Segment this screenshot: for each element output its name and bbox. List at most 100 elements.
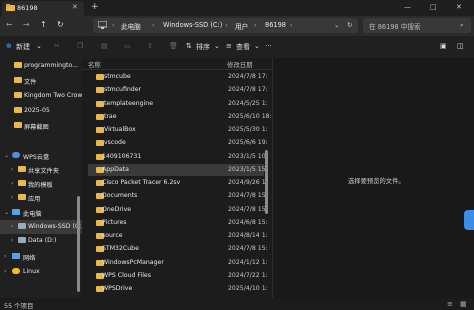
file-row[interactable]: OneDrive 2024/7/8 15: — [88, 204, 268, 216]
file-row[interactable]: WPSDrive 2025/4/10 1: — [88, 283, 268, 295]
back-icon[interactable]: ← — [6, 20, 13, 29]
column-date[interactable]: 修改日期 — [227, 60, 253, 69]
file-date: 2023/1/5 15: — [228, 165, 268, 173]
file-name: AppData — [102, 165, 129, 173]
file-name: STM32Cube — [102, 245, 139, 253]
dropdown-icon: ⌄ — [214, 42, 220, 50]
chevron-down-icon[interactable]: ⌄ — [334, 21, 340, 29]
column-name[interactable]: 名称 — [88, 60, 101, 69]
status-bar — [0, 298, 474, 310]
cut-icon[interactable]: ✂ — [54, 42, 60, 50]
chevron-right-icon: › — [254, 21, 257, 29]
chevron-right-icon[interactable]: › — [11, 180, 13, 187]
file-name: Cisco Packet Tracer 6.2sv — [102, 179, 181, 186]
nav-item-screenshots[interactable]: 屏幕截图 — [0, 119, 82, 133]
copy-icon[interactable]: ❐ — [77, 42, 83, 50]
breadcrumb-drive[interactable]: Windows-SSD (C:) — [163, 21, 222, 29]
file-name: 1409106731 — [102, 152, 142, 160]
chevron-right-icon[interactable]: › — [11, 166, 13, 173]
nav-item-linux[interactable]: › Linux — [0, 265, 82, 279]
file-name: WPSDrive — [102, 285, 133, 292]
maximize-button[interactable]: □ — [430, 3, 437, 11]
paste-icon[interactable]: ▤ — [101, 42, 108, 50]
file-row[interactable]: WindowsPcManager 2024/1/12 1: — [88, 257, 268, 269]
file-row[interactable]: .vscode 2025/6/6 19: — [88, 137, 268, 149]
breadcrumb-86198[interactable]: 86198 — [265, 21, 286, 29]
close-tab-icon[interactable]: ✕ — [72, 3, 78, 11]
more-button[interactable]: ··· — [265, 42, 272, 50]
chevron-right-icon[interactable]: › — [11, 223, 13, 230]
file-row[interactable]: .templateengine 2024/5/25 1: — [88, 98, 268, 110]
nav-item-shared-folder[interactable]: › 共享文件夹 — [0, 163, 82, 177]
refresh-icon[interactable]: ↻ — [57, 20, 64, 29]
nav-item-this-pc[interactable]: ⌄ 此电脑 — [0, 206, 82, 220]
file-row[interactable]: .trae 2025/6/10 18: — [88, 111, 272, 123]
refresh-address-icon[interactable]: ↻ — [347, 21, 353, 29]
file-date: 2025/6/6 19: — [228, 139, 268, 147]
file-date: 2025/6/10 18: — [228, 112, 272, 120]
file-row[interactable]: .stmcufinder 2024/7/8 17: — [88, 84, 268, 96]
new-tab-button[interactable]: + — [91, 2, 99, 12]
computer-icon — [12, 209, 20, 215]
file-row[interactable]: STM32Cube 2024/7/8 15: — [88, 243, 268, 255]
file-row[interactable]: .stmcube 2024/7/8 17: — [88, 71, 268, 83]
list-scrollbar[interactable] — [265, 150, 268, 214]
chevron-right-icon[interactable]: › — [4, 268, 6, 275]
new-button[interactable]: 新建 — [16, 42, 30, 52]
nav-item-wps-cloud[interactable]: ⌄ WPS云盘 — [0, 149, 82, 163]
file-date: 2024/1/12 1: — [228, 258, 268, 266]
file-date: 2024/7/8 17: — [228, 73, 268, 80]
forward-icon[interactable]: → — [23, 20, 30, 29]
file-row[interactable]: WPS Cloud Files 2024/7/22 1: — [88, 270, 268, 282]
folder-icon — [14, 62, 22, 68]
chevron-down-icon[interactable]: ⌄ — [4, 152, 9, 159]
preview-pane-icon[interactable]: ◫ — [457, 42, 464, 50]
close-window-button[interactable]: ✕ — [456, 3, 462, 11]
nav-item-programming[interactable]: programmingto... — [0, 59, 82, 73]
nav-item-kingdom[interactable]: Kingdom Two Crow — [0, 89, 82, 103]
file-row[interactable]: .VirtualBox 2025/5/30 1: — [88, 124, 268, 136]
chevron-right-icon[interactable]: › — [11, 237, 13, 244]
file-row[interactable]: Pictures 2024/6/8 15: — [88, 217, 268, 229]
share-icon[interactable]: ⇪ — [147, 42, 153, 50]
nav-item-network[interactable]: › 网络 — [0, 250, 82, 264]
rename-icon[interactable]: ▭ — [124, 42, 131, 50]
file-date: 2024/8/14 1: — [228, 232, 268, 239]
file-date: 2024/7/22 1: — [228, 271, 268, 279]
cloud-sidebar-tab[interactable] — [464, 210, 474, 230]
nav-scrollbar[interactable] — [77, 196, 80, 292]
file-name: Pictures — [102, 218, 127, 226]
nav-item-templates[interactable]: › 我的模板 — [0, 177, 82, 191]
chevron-right-icon[interactable]: › — [11, 194, 13, 201]
sort-button[interactable]: 排序 — [196, 42, 210, 52]
search-icon[interactable]: ⌕ — [460, 21, 464, 30]
chevron-right-icon[interactable]: › — [4, 253, 6, 260]
chevron-down-icon[interactable]: ⌄ — [4, 209, 9, 216]
folder-icon — [14, 122, 22, 128]
details-pane-icon[interactable]: ▣ — [440, 42, 447, 50]
view-button[interactable]: 查看 — [236, 42, 250, 52]
minimize-button[interactable]: — — [404, 3, 411, 11]
file-row[interactable]: Documents 2024/7/8 15: — [88, 190, 268, 202]
file-name: .templateengine — [102, 99, 154, 107]
nav-item-apps[interactable]: › 应用 — [0, 191, 82, 205]
breadcrumb-this-pc[interactable]: 此电脑 — [121, 21, 141, 31]
drive-icon — [18, 237, 26, 243]
file-row[interactable]: Cisco Packet Tracer 6.2sv 2024/9/26 1: — [88, 177, 268, 189]
delete-icon[interactable]: 🗑 — [169, 42, 178, 50]
file-row[interactable]: 1409106731 2023/1/5 10: — [88, 151, 268, 163]
item-count: 55 个项目 — [4, 302, 34, 310]
file-date: 2024/9/26 1: — [228, 179, 268, 186]
nav-item-windows-ssd[interactable]: › Windows-SSD (C:) — [0, 220, 84, 234]
nav-item-2025-05[interactable]: 2025-05 — [0, 104, 82, 118]
breadcrumb-users[interactable]: 用户 — [235, 21, 248, 31]
nav-item-files[interactable]: 文件 — [0, 74, 82, 88]
tiles-view-icon[interactable]: ▦ — [460, 300, 467, 308]
file-row[interactable]: AppData 2023/1/5 15: — [88, 163, 268, 176]
details-view-icon[interactable]: ≡ — [447, 300, 453, 308]
file-row[interactable]: source 2024/8/14 1: — [88, 230, 268, 242]
file-date: 2024/7/8 15: — [228, 192, 268, 200]
nav-item-data-d[interactable]: › Data (D:) — [0, 234, 82, 248]
file-date: 2025/5/30 1: — [228, 126, 268, 133]
up-icon[interactable]: ↑ — [40, 20, 47, 29]
